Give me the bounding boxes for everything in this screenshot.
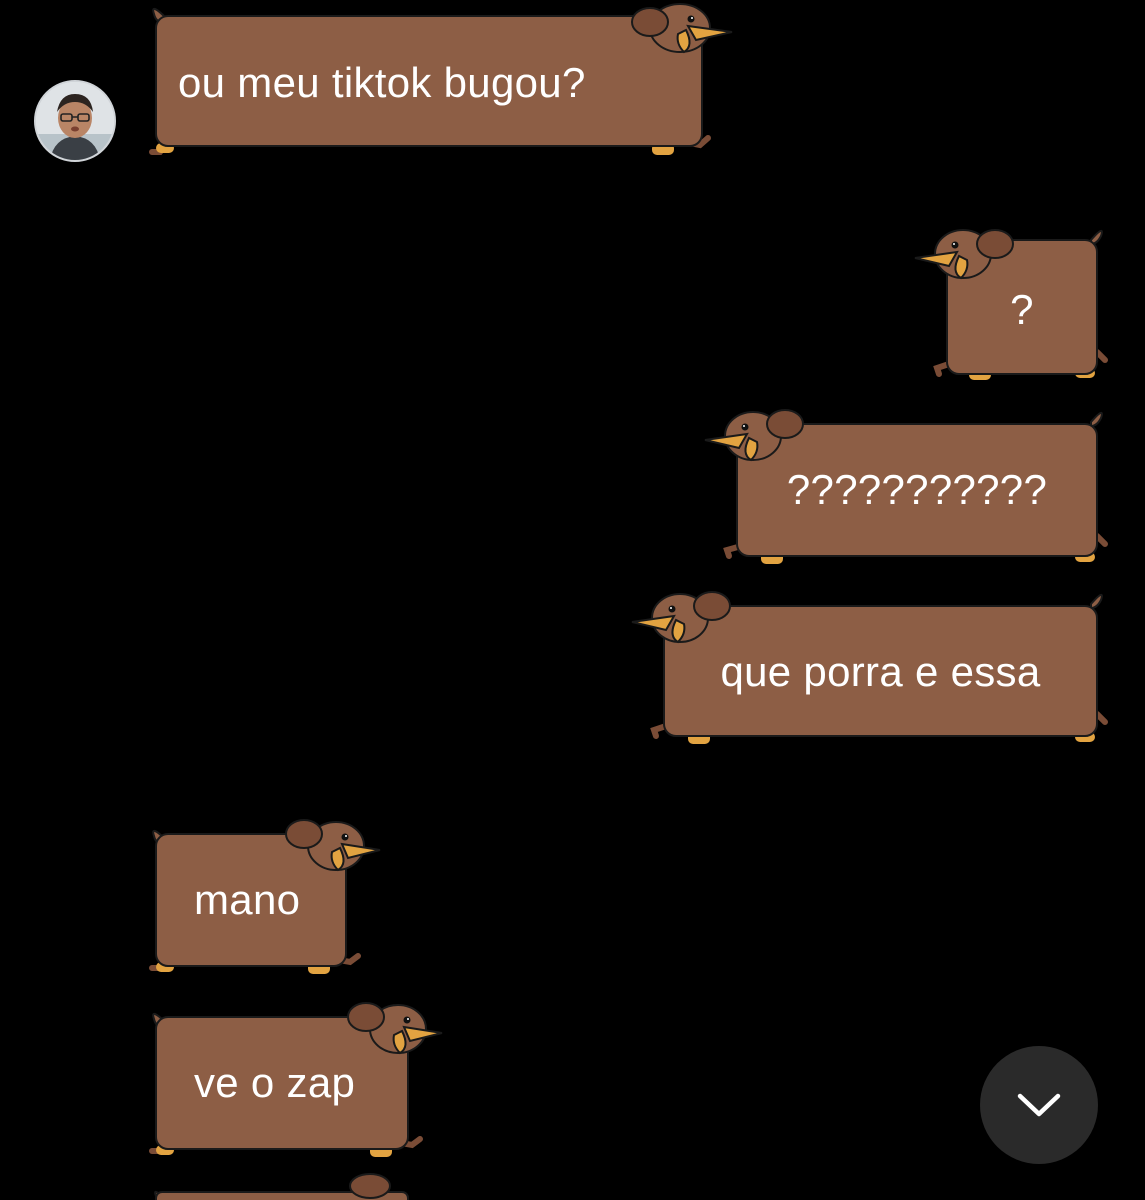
message-bubble-incoming[interactable]: mano (140, 812, 385, 984)
message-text: ou meu tiktok bugou? (178, 58, 586, 106)
message-bubble-incoming[interactable]: ou meu tiktok bugou? (140, 0, 740, 165)
message-bubble-outgoing[interactable]: que porra e essa (631, 582, 1110, 754)
message-text: mano (194, 876, 301, 923)
message-bubble-outgoing[interactable]: ? (914, 222, 1110, 392)
message-bubble-outgoing[interactable]: ??????????? (704, 400, 1110, 575)
scroll-to-latest-button[interactable] (980, 1046, 1098, 1164)
message-text: ??????????? (786, 466, 1048, 513)
message-bubble-partial (140, 1172, 440, 1200)
message-text: ? (1010, 285, 1034, 333)
contact-avatar[interactable] (34, 80, 116, 162)
message-bubble-incoming[interactable]: ve o zap (140, 995, 445, 1167)
user-avatar-photo-icon (36, 82, 114, 160)
message-text: ve o zap (194, 1059, 356, 1106)
dachshund-bubble-icon (154, 1173, 409, 1200)
chevron-down-icon (1017, 1093, 1061, 1117)
chat-thread: ou meu tiktok bugou? ? ??????????? que p… (0, 0, 1145, 1200)
message-text: que porra e essa (720, 648, 1041, 695)
